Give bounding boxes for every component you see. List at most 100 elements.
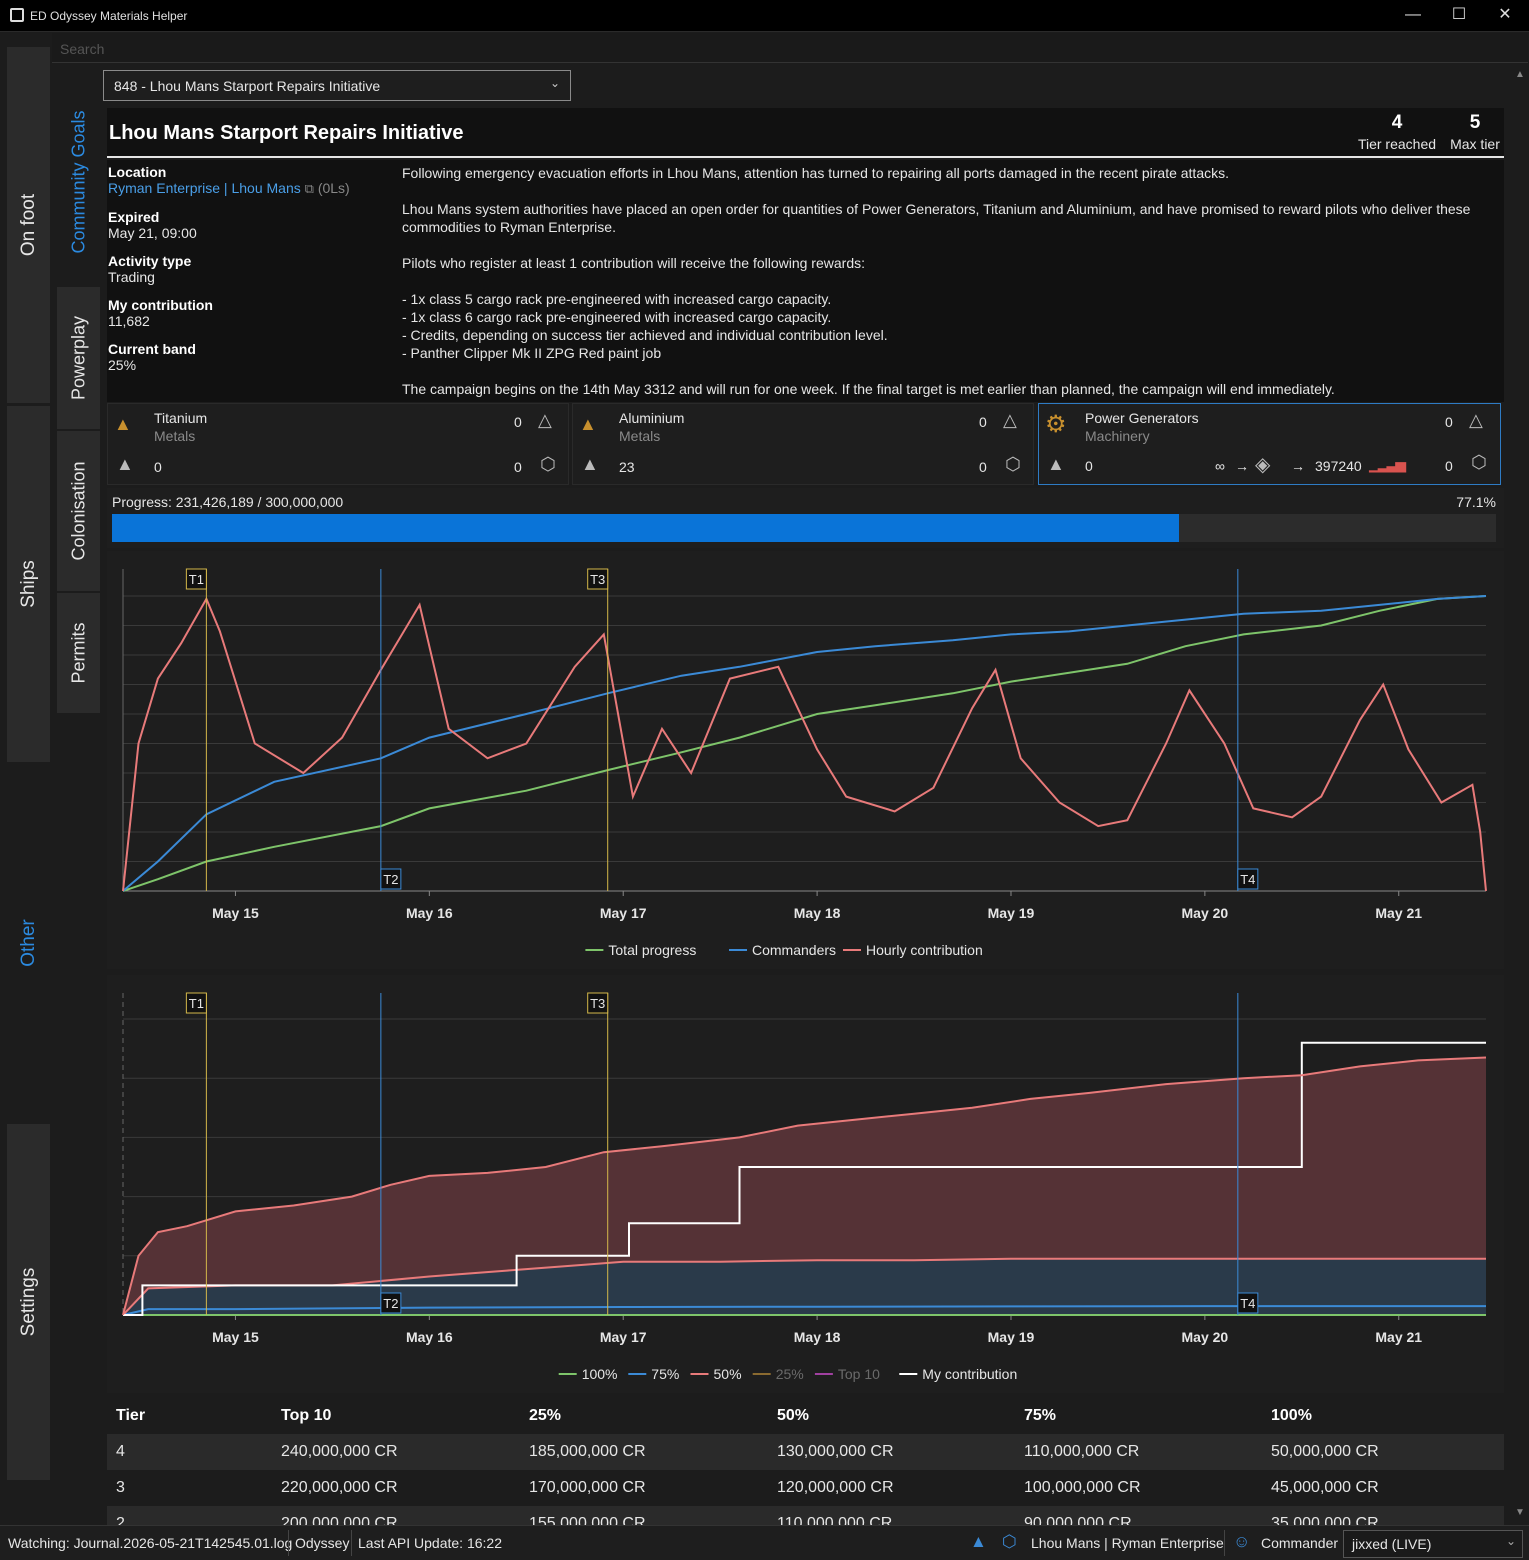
progress-label: Progress: 231,426,189 / 300,000,000 — [112, 494, 344, 510]
x-tick-label: May 21 — [1375, 1329, 1422, 1345]
series-line — [122, 596, 1487, 892]
progress-bar-fill — [112, 514, 1180, 542]
table-cell: 110,000,000 CR — [1024, 1443, 1140, 1460]
legend-item: 100% — [582, 1366, 618, 1382]
progress-percent: 77.1% — [1456, 494, 1496, 510]
nav-other-label: Other — [17, 919, 39, 967]
legend-item: Hourly contribution — [866, 942, 983, 958]
station-icon: ⬡ — [1005, 454, 1021, 474]
gear-icon: ⚙ — [1045, 411, 1067, 438]
nav-ships-label: Ships — [17, 560, 39, 608]
tier-marker-label: T3 — [590, 996, 605, 1011]
tab-community-goals[interactable]: Community Goals — [57, 79, 100, 285]
legend-item: Top 10 — [838, 1366, 880, 1382]
band-chart-svg: May 15 May 16 May 17 May 18 May 19 May 20 May … — [122, 992, 1487, 1382]
market-icon: ◈ — [1255, 454, 1271, 476]
band-value: 25% — [108, 357, 137, 373]
x-tick-label: May 20 — [1182, 905, 1229, 921]
expired-label: Expired — [108, 209, 160, 225]
goal-select-value: 848 - Lhou Mans Starport Repairs Initiat… — [114, 78, 381, 94]
x-tick-label: May 20 — [1182, 1329, 1229, 1345]
column-header: 100% — [1271, 1407, 1312, 1424]
tab-colonisation[interactable]: Colonisation — [57, 431, 100, 591]
column-header: 25% — [529, 1407, 562, 1424]
search-input[interactable]: Search — [52, 33, 1528, 63]
current-location: Lhou Mans | Ryman Enterprise — [1031, 1535, 1224, 1551]
status-bar: Watching: Journal.2026-05-21T142545.01.l… — [0, 1525, 1529, 1560]
goal-title: Lhou Mans Starport Repairs Initiative — [109, 122, 464, 144]
tier-reached: 4 Tier reached — [1357, 112, 1437, 152]
fleet-carrier-icon: ▲ — [1047, 454, 1065, 474]
maximize-button[interactable]: ☐ — [1436, 0, 1482, 32]
commander-select[interactable]: jixxed (LIVE) ⌄ — [1343, 1530, 1523, 1558]
scroll-up-icon[interactable]: ▲ — [1515, 69, 1525, 80]
station-status-icon: ⬡ — [1002, 1532, 1017, 1551]
goal-progress: Progress: 231,426,189 / 300,000,000 77.1… — [107, 488, 1504, 548]
table-cell: 35,000,000 CR — [1271, 1515, 1379, 1525]
x-tick-label: May 18 — [794, 905, 841, 921]
table-header: Tier Top 10 25% 50% 75% 100% — [107, 1398, 1504, 1434]
ship-icon: △ — [1003, 410, 1017, 430]
tier-marker-label: T4 — [1240, 1296, 1255, 1311]
table-cell: 170,000,000 CR — [529, 1479, 646, 1496]
activity-value: Trading — [108, 269, 155, 285]
location-link[interactable]: Ryman Enterprise | Lhou Mans — [108, 180, 301, 196]
market-value: 397240 — [1315, 458, 1362, 474]
arrow-icon: → — [1235, 458, 1249, 474]
metal-ingot-icon: ▲ — [579, 414, 597, 434]
stock-count: 23 — [619, 459, 635, 475]
activity-label: Activity type — [108, 253, 192, 269]
expired-value: May 21, 09:00 — [108, 225, 197, 241]
nav-settings-label: Settings — [17, 1267, 39, 1337]
scrollbar[interactable]: ▲ ▼ — [1512, 63, 1528, 1525]
commodity-name: Power Generators — [1085, 410, 1199, 426]
table-row: 4 240,000,000 CR 185,000,000 CR 130,000,… — [107, 1434, 1504, 1470]
commodity-category: Machinery — [1085, 428, 1150, 444]
x-tick-label: May 17 — [600, 905, 647, 921]
commodity-category: Metals — [619, 428, 661, 444]
commander-value: jixxed (LIVE) — [1352, 1536, 1432, 1552]
copy-icon[interactable]: ⧉ — [305, 181, 314, 196]
scroll-down-icon[interactable]: ▼ — [1515, 1507, 1525, 1518]
close-button[interactable]: ✕ — [1482, 0, 1528, 32]
nav-ships[interactable]: Ships — [7, 406, 50, 763]
tier-marker-label: T3 — [590, 572, 605, 587]
nav-other[interactable]: Other — [7, 765, 50, 1122]
table-cell: 45,000,000 CR — [1271, 1479, 1379, 1496]
x-tick-label: May 16 — [406, 905, 453, 921]
nav-settings[interactable]: Settings — [7, 1124, 50, 1481]
band-label: Current band — [108, 341, 196, 357]
tab-permits[interactable]: Permits — [57, 593, 100, 713]
table-cell: 240,000,000 CR — [281, 1443, 398, 1460]
ship-cargo-count: 0 — [1445, 414, 1453, 430]
commodity-name: Aluminium — [619, 410, 685, 426]
commodity-card-titanium[interactable]: ▲ Titanium Metals 0 △ ▲ 0 0 ⬡ — [107, 403, 569, 485]
tier-marker-label: T1 — [189, 996, 204, 1011]
metal-ingot-icon: ▲ — [114, 414, 132, 434]
table-cell: 90,000,000 CR — [1024, 1515, 1132, 1525]
goal-header: Lhou Mans Starport Repairs Initiative 4 … — [107, 108, 1504, 158]
nav-on-foot[interactable]: On foot — [7, 47, 50, 404]
tab-powerplay[interactable]: Powerplay — [57, 287, 100, 429]
api-update: Last API Update: 16:22 — [358, 1535, 502, 1551]
user-icon: ☺ — [1233, 1532, 1251, 1551]
ship-icon: △ — [538, 410, 552, 430]
commodity-card-power-generators[interactable]: ⚙ Power Generators Machinery 0 △ ▲ 0 ∞ →… — [1038, 403, 1501, 485]
tier-marker-label: T4 — [1240, 872, 1255, 887]
minimize-button[interactable]: — — [1390, 0, 1436, 32]
station-count: 0 — [1445, 458, 1453, 474]
station-icon: ⬡ — [1471, 452, 1487, 472]
chevron-down-icon: ⌄ — [549, 76, 560, 90]
commodity-card-aluminium[interactable]: ▲ Aluminium Metals 0 △ ▲ 23 0 ⬡ — [572, 403, 1034, 485]
tab-colonisation-label: Colonisation — [68, 461, 88, 561]
legend-item: 25% — [776, 1366, 804, 1382]
column-header: Top 10 — [281, 1407, 332, 1424]
progress-bar — [112, 514, 1496, 542]
tier-reached-value: 4 — [1391, 112, 1403, 133]
goal-select[interactable]: 848 - Lhou Mans Starport Repairs Initiat… — [103, 70, 571, 101]
goal-info: Location Ryman Enterprise | Lhou Mans ⧉ … — [107, 160, 1504, 402]
table-row: 3 220,000,000 CR 170,000,000 CR 120,000,… — [107, 1470, 1504, 1506]
column-header: 75% — [1024, 1407, 1057, 1424]
location-row: Ryman Enterprise | Lhou Mans ⧉ (0Ls) — [108, 180, 388, 197]
community-goal-panel: 848 - Lhou Mans Starport Repairs Initiat… — [100, 63, 1512, 1525]
